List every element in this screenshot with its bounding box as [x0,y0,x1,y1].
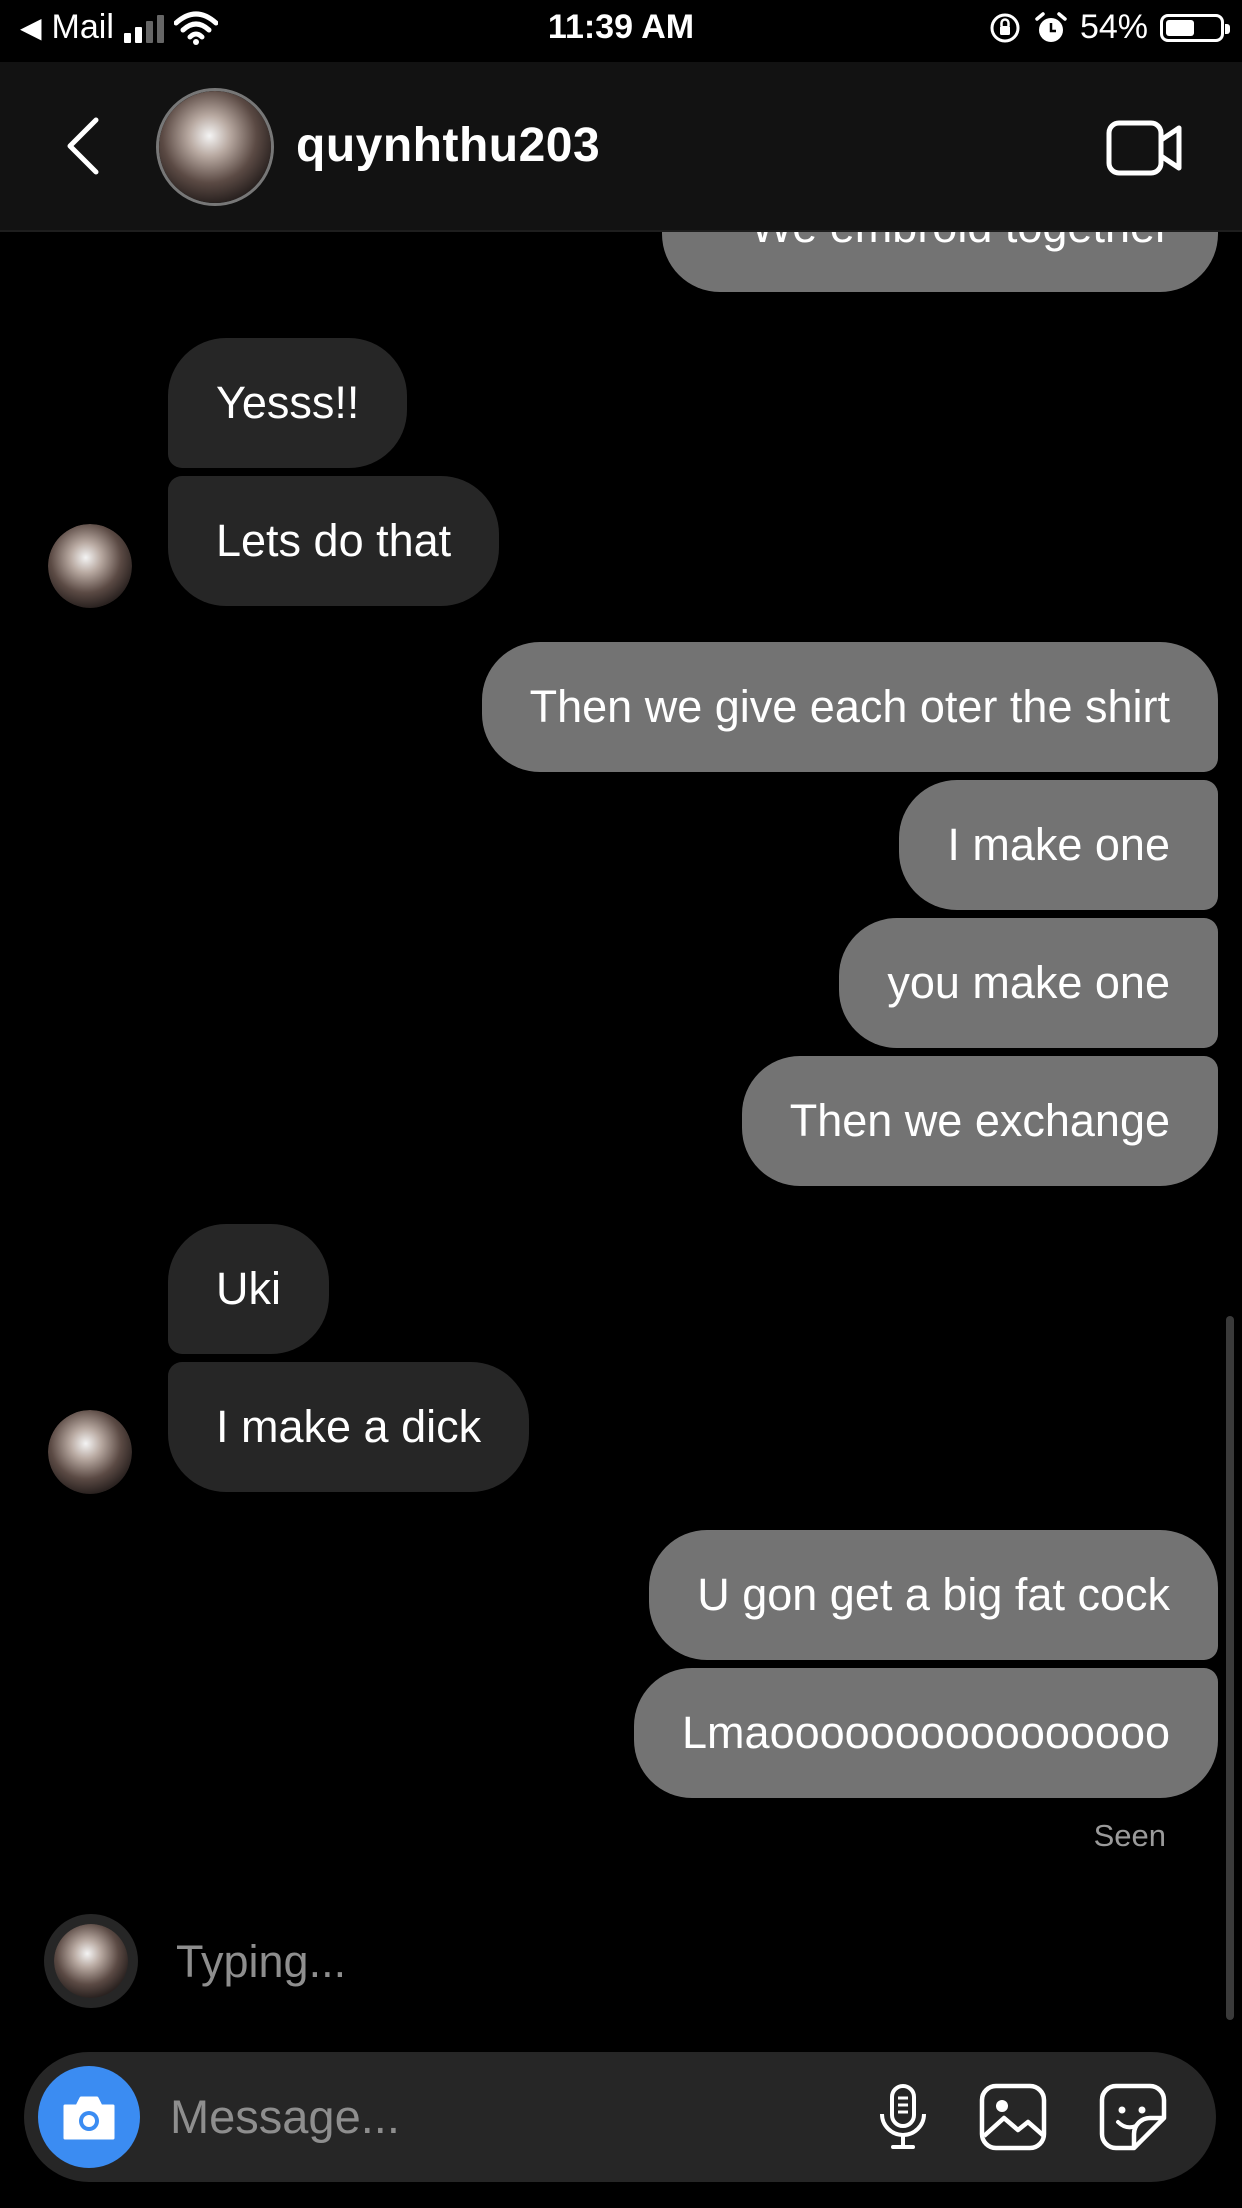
message-bubble-sent[interactable]: We embroid together [662,232,1218,292]
message-bubble-sent[interactable]: Lmaoooooooooooooooo [634,1668,1218,1798]
avatar[interactable] [48,524,132,608]
chevron-left-icon[interactable] [62,114,106,178]
camera-button[interactable] [38,2066,140,2168]
avatar [54,1924,128,1998]
chat-header: quynhthu203 [0,62,1242,232]
battery-percent: 54% [1079,8,1148,46]
message-bubble-sent[interactable]: Then we give each oter the shirt [481,642,1218,772]
message-bubble-received[interactable]: I make a dick [168,1362,530,1492]
message-bubble-received[interactable]: Uki [168,1224,329,1354]
message-bubble-received[interactable]: Yesss!! [168,338,408,468]
gallery-icon[interactable] [978,2082,1048,2152]
message-input[interactable]: Message... [170,2052,400,2182]
message-bubble-sent[interactable]: Then we exchange [741,1056,1218,1186]
sticker-icon[interactable] [1098,2082,1168,2152]
avatar[interactable] [156,88,274,206]
video-call-icon[interactable] [1106,118,1182,178]
username[interactable]: quynhthu203 [296,118,600,173]
message-composer: Message... [24,2052,1216,2182]
battery-icon [1160,13,1230,42]
message-list[interactable]: We embroid together Yesss!! Lets do that… [0,232,1242,2012]
camera-icon [63,2096,115,2140]
message-bubble-received[interactable]: Lets do that [168,476,500,606]
orientation-lock-icon [990,13,1020,42]
message-bubble-sent[interactable]: you make one [839,918,1218,1048]
typing-indicator: Typing... [176,1936,347,1987]
avatar[interactable] [48,1410,132,1494]
alarm-icon [1035,11,1067,42]
typing-avatar [44,1914,138,2008]
microphone-icon[interactable] [868,2082,938,2152]
scrollbar[interactable] [1226,1316,1234,2020]
message-bubble-sent[interactable]: I make one [899,780,1218,910]
status-bar: ◀ Mail 11:39 AM 54% [0,0,1242,62]
seen-receipt: Seen [1093,1818,1166,1853]
message-bubble-sent[interactable]: U gon get a big fat cock [649,1530,1218,1660]
